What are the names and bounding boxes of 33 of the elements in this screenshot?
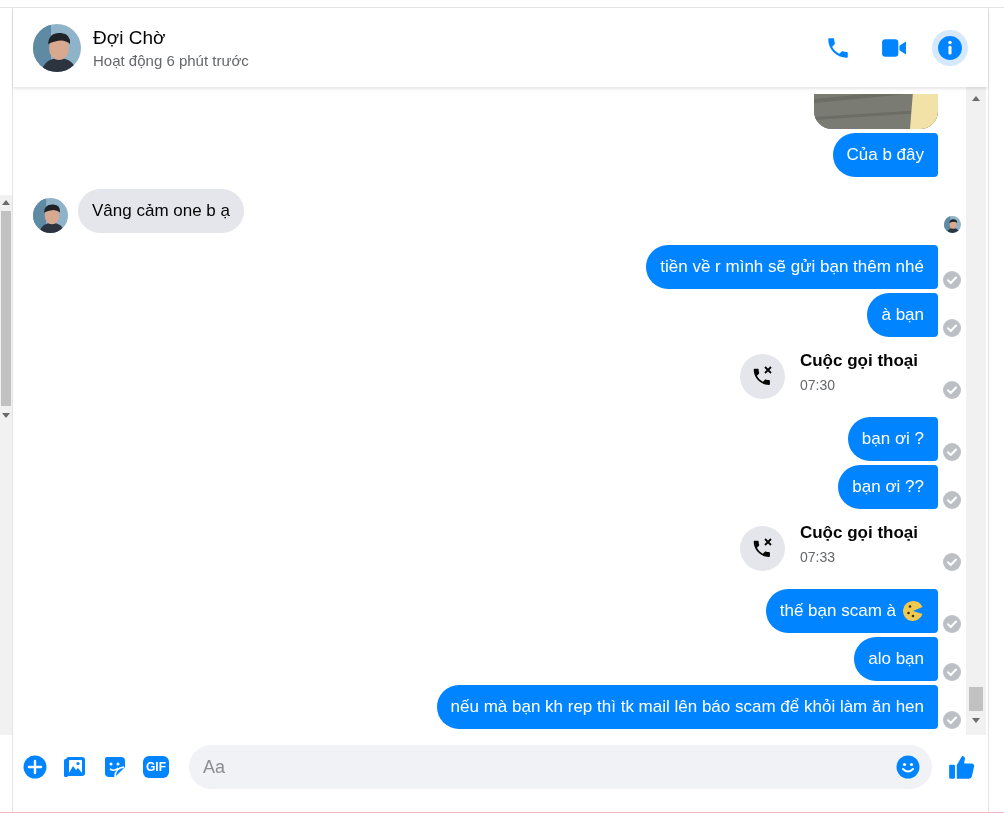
smiley-icon (896, 755, 920, 779)
gif-button[interactable]: GIF (143, 756, 169, 778)
scrollbar[interactable] (0, 195, 12, 735)
message-field[interactable]: Aa (189, 745, 932, 789)
sticker-icon (103, 755, 127, 779)
call-title: Cuộc gọi thoại (799, 351, 918, 371)
sent-message: nếu mà bạn kh rep thì tk mail lên báo scam để khỏi làm ăn hen (436, 685, 938, 729)
activity-status: Hoạt động 6 phút trước (93, 51, 250, 69)
missed-call-icon (739, 526, 785, 571)
thumbs-up-icon (948, 753, 976, 781)
call-time: 07:33 (799, 549, 836, 565)
add-icon (23, 755, 47, 779)
sent-message: à bạn (867, 293, 938, 337)
like-button[interactable] (948, 753, 976, 781)
info-button[interactable] (932, 29, 968, 66)
emoji-button[interactable] (896, 755, 920, 779)
sent-message: Của b đây (832, 133, 938, 177)
contact-name: Đợi Chờ (93, 26, 167, 49)
photo-button[interactable] (63, 755, 87, 779)
missed-call-icon (739, 354, 785, 399)
photo-icon (63, 755, 87, 779)
scrollbar[interactable] (966, 87, 986, 735)
info-icon (937, 34, 963, 61)
sticker-button[interactable] (103, 755, 127, 779)
call-title: Cuộc gọi thoại (799, 523, 918, 543)
sent-message: bạn ơi ?? (838, 465, 938, 509)
sent-message: thế bạn scam à (765, 589, 938, 633)
call-time: 07:30 (799, 377, 836, 393)
sent-message: bạn ơi ? (847, 417, 938, 461)
sent-message: alo bạn (854, 637, 938, 681)
add-button[interactable] (23, 755, 47, 779)
sent-message: tiền về r mình sẽ gửi bạn thêm nhé (646, 245, 938, 289)
received-message: Vâng cảm one b ạ (78, 189, 244, 233)
